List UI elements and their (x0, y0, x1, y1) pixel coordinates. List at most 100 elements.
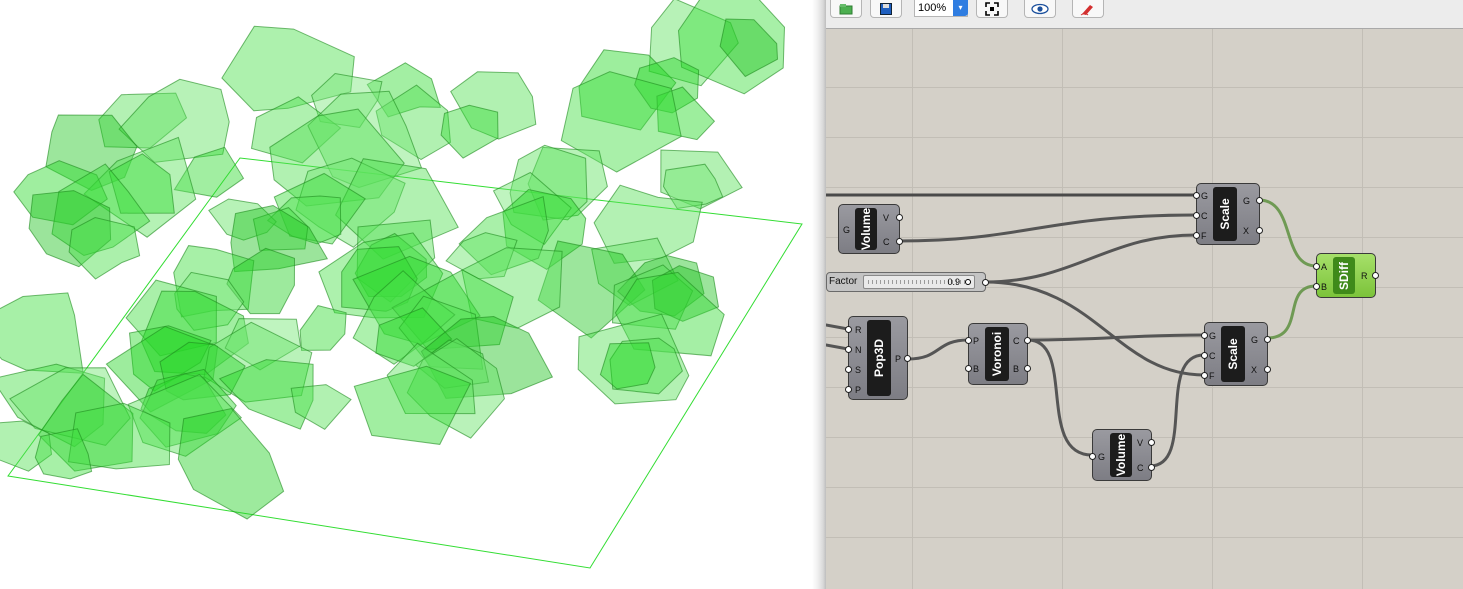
panel-splitter[interactable] (812, 0, 826, 589)
input-grip[interactable] (1193, 232, 1200, 239)
factor-slider[interactable]: Factor 0.9 (826, 272, 989, 292)
input-pin-c[interactable]: C (1201, 211, 1208, 221)
zoom-extents-button[interactable] (976, 0, 1008, 18)
output-pin-v[interactable]: V (1137, 438, 1143, 448)
output-pin-v[interactable]: V (883, 213, 889, 223)
input-grip[interactable] (1201, 332, 1208, 339)
input-grip[interactable] (1313, 263, 1320, 270)
zoom-extents-icon (985, 1, 999, 16)
voronoi-cell (599, 342, 656, 390)
input-pin-n[interactable]: N (855, 345, 862, 355)
input-pin-p[interactable]: P (973, 336, 979, 346)
input-pin-b[interactable]: B (1321, 282, 1327, 292)
output-pin-p[interactable]: P (895, 354, 901, 364)
sdiff-component[interactable]: A B SDiff R (1313, 253, 1379, 298)
save-icon (880, 2, 892, 15)
preview-eye-icon (1031, 3, 1049, 14)
output-pin-g[interactable]: G (1243, 196, 1250, 206)
voronoi-cell (440, 104, 499, 159)
wires (826, 193, 1318, 468)
input-grip[interactable] (1193, 192, 1200, 199)
scale-component-1[interactable]: G C F Scale G X (1193, 183, 1263, 245)
input-pin-g[interactable]: G (843, 225, 850, 235)
input-pin-g[interactable]: G (1209, 331, 1216, 341)
input-pin-g[interactable]: G (1201, 191, 1208, 201)
voronoi-component[interactable]: P B Voronoi C B (965, 323, 1031, 385)
output-grip[interactable] (1264, 366, 1271, 373)
output-grip[interactable] (896, 214, 903, 221)
input-pin-g[interactable]: G (1098, 452, 1105, 462)
input-pin-c[interactable]: C (1209, 351, 1216, 361)
pop3d-component[interactable]: R N S P Pop3D P (845, 316, 911, 400)
output-grip[interactable] (982, 279, 989, 286)
component-label: Voronoi (990, 331, 1004, 377)
output-pin-b[interactable]: B (1013, 364, 1019, 374)
output-pin-c[interactable]: C (883, 237, 890, 247)
input-pin-r[interactable]: R (855, 325, 862, 335)
input-grip[interactable] (965, 365, 972, 372)
input-grip[interactable] (1201, 352, 1208, 359)
canvas-toolbar: 100% ▾ (826, 0, 1463, 29)
output-grip[interactable] (1256, 227, 1263, 234)
output-grip[interactable] (1024, 337, 1031, 344)
wire-volume1-c-to-scale1-c (896, 213, 1198, 243)
output-grip[interactable] (1372, 272, 1379, 279)
sketch-button[interactable] (1072, 0, 1104, 18)
input-pin-f[interactable]: F (1209, 371, 1215, 381)
output-grip[interactable] (896, 238, 903, 245)
scale-component-2[interactable]: G C F Scale G X (1201, 322, 1271, 386)
output-grip[interactable] (1148, 439, 1155, 446)
input-grip[interactable] (1313, 283, 1320, 290)
output-pin-c[interactable]: C (1013, 336, 1020, 346)
preview-button[interactable] (1024, 0, 1056, 18)
input-pin-p[interactable]: P (855, 385, 861, 395)
input-pin-s[interactable]: S (855, 365, 861, 375)
output-grip[interactable] (1256, 197, 1263, 204)
input-grip[interactable] (965, 337, 972, 344)
open-icon (839, 3, 853, 14)
open-button[interactable] (830, 0, 862, 18)
input-grip[interactable] (1089, 453, 1096, 460)
output-pin-r[interactable]: R (1361, 271, 1368, 281)
grasshopper-canvas[interactable]: G Volume V C G C F Scale G X A B SDiff R (826, 29, 1463, 589)
volume-component-1[interactable]: G Volume V C (838, 204, 903, 254)
zoom-dropdown[interactable]: 100% ▾ (914, 0, 968, 17)
chevron-down-icon: ▾ (953, 0, 968, 16)
volume-component-2[interactable]: G Volume V C (1089, 429, 1155, 481)
input-grip[interactable] (1193, 212, 1200, 219)
output-grip[interactable] (1024, 365, 1031, 372)
output-pin-g[interactable]: G (1251, 335, 1258, 345)
wire-pop3d-to-voronoi (906, 338, 970, 361)
voronoi-cell (0, 292, 84, 374)
input-grip[interactable] (845, 386, 852, 393)
voronoi-cell (177, 407, 285, 520)
wire-voronoi-c-to-volume2 (1026, 338, 1094, 457)
output-grip[interactable] (1264, 336, 1271, 343)
component-label: Scale (1218, 198, 1232, 230)
voronoi-cell (68, 216, 141, 280)
rhino-viewport[interactable] (0, 0, 812, 589)
slider-track[interactable]: 0.9 (863, 275, 975, 289)
component-label: Volume (1114, 433, 1128, 477)
slider-value: 0.9 (947, 277, 960, 287)
output-pin-x[interactable]: X (1251, 365, 1257, 375)
zoom-value: 100% (918, 2, 947, 14)
input-pin-b[interactable]: B (973, 364, 979, 374)
output-grip[interactable] (1148, 464, 1155, 471)
output-pin-x[interactable]: X (1243, 226, 1249, 236)
input-grip[interactable] (845, 326, 852, 333)
component-label: Scale (1226, 338, 1240, 370)
input-grip[interactable] (845, 366, 852, 373)
output-grip[interactable] (904, 355, 911, 362)
component-label: SDiff (1337, 261, 1351, 290)
component-label: Pop3D (872, 338, 886, 378)
slider-label: Factor (829, 276, 858, 287)
wire-scale1-g-to-sdiff-a (1257, 198, 1318, 268)
slider-knob[interactable] (965, 279, 971, 285)
input-grip[interactable] (1201, 372, 1208, 379)
save-button[interactable] (870, 0, 902, 18)
output-pin-c[interactable]: C (1137, 463, 1144, 473)
input-pin-f[interactable]: F (1201, 231, 1207, 241)
input-pin-a[interactable]: A (1321, 262, 1327, 272)
input-grip[interactable] (845, 346, 852, 353)
